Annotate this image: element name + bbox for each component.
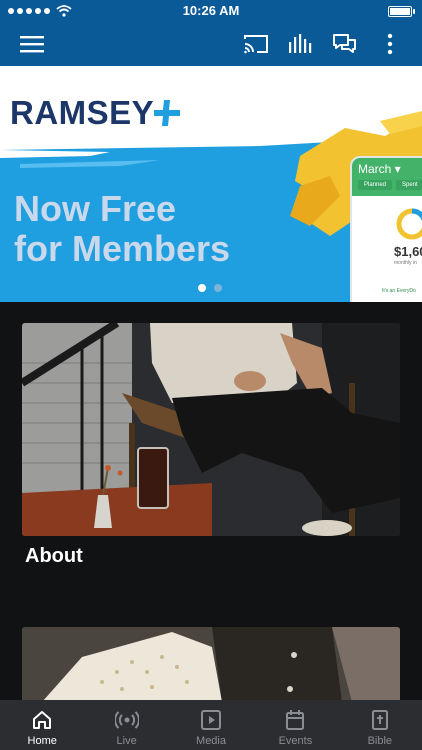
tab-media-label: Media <box>196 735 226 747</box>
menu-button[interactable] <box>18 30 46 58</box>
pager-dot[interactable] <box>214 284 222 292</box>
second-card-photo <box>22 627 400 702</box>
play-icon <box>201 710 222 730</box>
phone-amount: $1,60 <box>394 244 422 259</box>
phone-tab-planned: Planned <box>358 180 393 190</box>
second-card-image[interactable] <box>22 627 400 702</box>
phone-mockup: March ▾ Planned Spent $1,60 monthly in I… <box>350 156 422 302</box>
status-time: 10:26 AM <box>182 3 240 18</box>
equalizer-icon <box>289 34 312 53</box>
banner-headline: Now Free for Members <box>14 189 230 269</box>
donut-chart-graphic <box>396 208 422 240</box>
phone-footer: It's an EveryDo <box>382 288 416 294</box>
phone-header: March ▾ Planned Spent <box>352 158 422 196</box>
cast-button[interactable] <box>242 30 270 58</box>
calendar-icon <box>286 710 305 730</box>
tab-bible-label: Bible <box>367 735 393 747</box>
about-card-image[interactable] <box>22 323 400 536</box>
tab-home-label: Home <box>27 735 57 747</box>
phone-subtext: monthly in <box>394 260 417 266</box>
tab-events-label: Events <box>278 735 313 747</box>
home-icon <box>33 711 52 729</box>
chat-button[interactable] <box>331 30 359 58</box>
carousel-pager[interactable] <box>198 284 222 292</box>
battery-icon <box>388 5 415 17</box>
more-vertical-icon <box>387 33 393 55</box>
tab-live[interactable]: Live <box>84 700 168 750</box>
phone-month: March <box>358 162 392 176</box>
status-bar: 10:26 AM <box>0 0 422 22</box>
tab-bible[interactable]: Bible <box>338 700 422 750</box>
brand-wordmark: RAMSEY <box>10 94 155 131</box>
menu-icon <box>20 36 44 53</box>
headline-line-2: for Members <box>14 228 231 269</box>
tab-events[interactable]: Events <box>253 700 337 750</box>
phone-tabs: Planned Spent <box>358 180 422 190</box>
about-photo <box>22 323 400 536</box>
phone-tab-spent: Spent <box>396 180 422 190</box>
pager-dot-active[interactable] <box>198 284 206 292</box>
about-card-title[interactable]: About <box>25 545 83 568</box>
bottom-tab-bar: Home Live Media Events Bible <box>0 700 422 750</box>
bible-icon <box>371 710 388 730</box>
tab-media[interactable]: Media <box>169 700 253 750</box>
live-broadcast-icon <box>114 711 139 729</box>
app-bar <box>0 22 422 66</box>
headline-line-1: Now Free <box>14 188 177 229</box>
cast-icon <box>244 35 268 54</box>
tab-home[interactable]: Home <box>0 700 84 750</box>
more-button[interactable] <box>376 30 404 58</box>
plus-logo-icon <box>154 100 180 126</box>
tab-live-label: Live <box>116 735 137 747</box>
audio-button[interactable] <box>286 30 314 58</box>
promo-banner[interactable]: RAMSEY Now Free for Members March ▾ Plan… <box>0 66 422 302</box>
chat-icon <box>333 34 356 53</box>
